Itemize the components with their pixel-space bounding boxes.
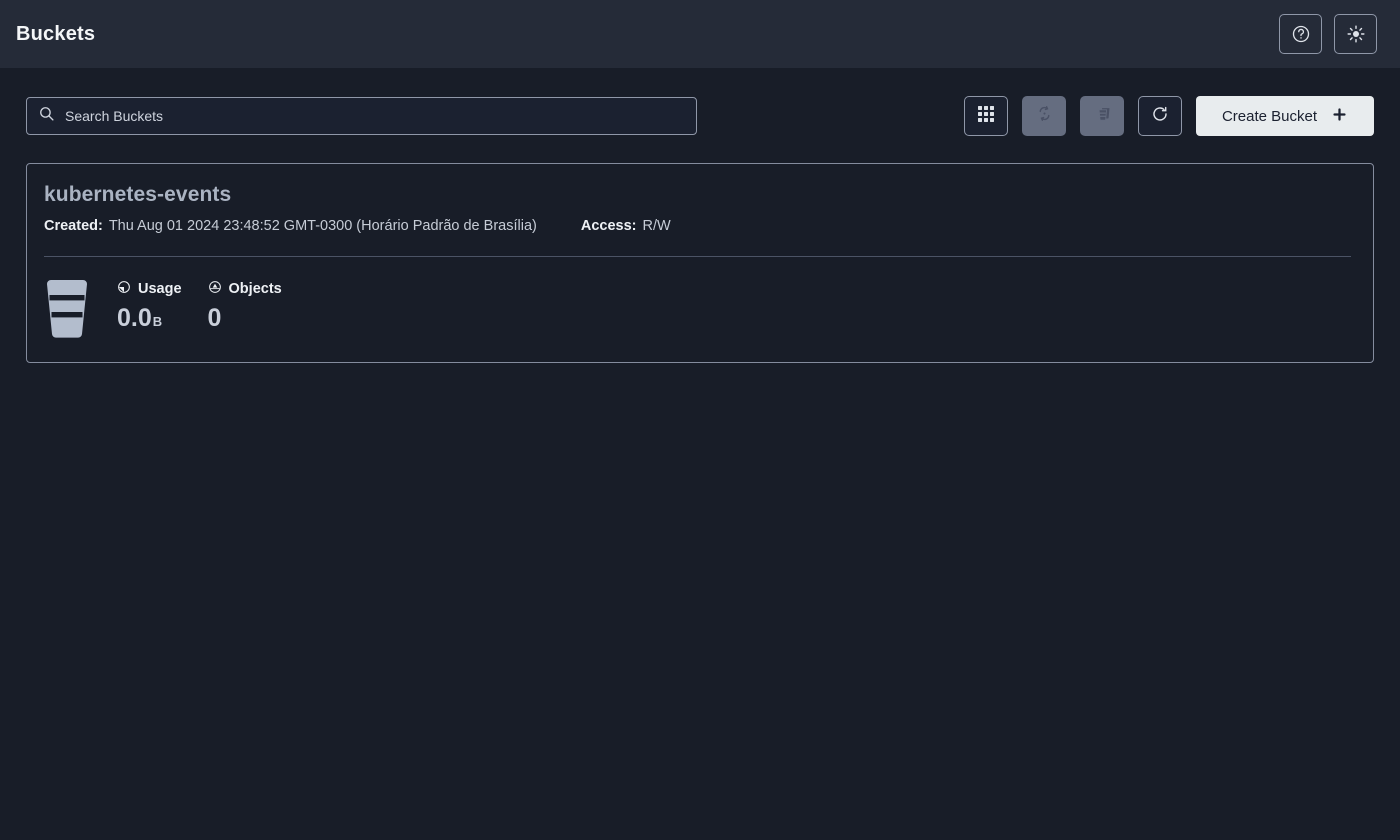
created-label: Created:	[44, 218, 103, 234]
refresh-button[interactable]	[1138, 96, 1182, 136]
access-group: Access: R/W	[581, 218, 671, 234]
search-input[interactable]	[26, 97, 697, 135]
help-icon	[1291, 24, 1311, 44]
header-actions	[1279, 14, 1377, 54]
card-divider	[44, 256, 1351, 257]
objects-stat: Objects 0	[208, 280, 282, 333]
bucket-meta: Created: Thu Aug 01 2024 23:48:52 GMT-03…	[44, 218, 1351, 234]
app-header: Buckets	[0, 0, 1400, 68]
delete-selected-buckets-button[interactable]	[1080, 96, 1124, 136]
help-button[interactable]	[1279, 14, 1322, 54]
usage-label: Usage	[138, 281, 182, 297]
main-content: Create Bucket kubernetes-events Created:…	[0, 68, 1400, 363]
objects-icon	[208, 280, 222, 298]
objects-label: Objects	[229, 281, 282, 297]
bucket-card[interactable]: kubernetes-events Created: Thu Aug 01 20…	[26, 163, 1374, 363]
toolbar-actions: Create Bucket	[964, 96, 1374, 136]
usage-stat: Usage 0.0 B	[117, 280, 182, 333]
bucket-icon	[44, 278, 90, 340]
bucket-name: kubernetes-events	[44, 183, 1351, 207]
grid-icon	[977, 105, 995, 128]
objects-value: 0	[208, 304, 222, 333]
usage-icon	[117, 280, 131, 298]
access-value: R/W	[642, 218, 670, 234]
sync-icon	[1036, 105, 1053, 127]
stat-group: Usage 0.0 B	[117, 276, 282, 333]
refresh-icon	[1151, 105, 1169, 128]
create-bucket-button[interactable]: Create Bucket	[1196, 96, 1374, 136]
created-value: Thu Aug 01 2024 23:48:52 GMT-0300 (Horár…	[109, 218, 537, 234]
multiple-buckets-icon	[1092, 104, 1112, 129]
access-label: Access:	[581, 218, 637, 234]
light-mode-button[interactable]	[1334, 14, 1377, 54]
bucket-stats: Usage 0.0 B	[44, 276, 1351, 340]
plus-icon	[1331, 106, 1348, 127]
objects-value-wrap: 0	[208, 304, 282, 333]
usage-value: 0.0	[117, 304, 152, 333]
objects-head: Objects	[208, 280, 282, 298]
light-mode-icon	[1346, 24, 1366, 44]
toolbar: Create Bucket	[26, 96, 1374, 136]
sync-buckets-button[interactable]	[1022, 96, 1066, 136]
search-bucket-wrapper	[26, 97, 697, 135]
grid-view-button[interactable]	[964, 96, 1008, 136]
page-title: Buckets	[16, 23, 95, 46]
create-bucket-label: Create Bucket	[1222, 108, 1317, 125]
usage-head: Usage	[117, 280, 182, 298]
usage-value-wrap: 0.0 B	[117, 304, 182, 333]
usage-unit: B	[153, 314, 162, 329]
